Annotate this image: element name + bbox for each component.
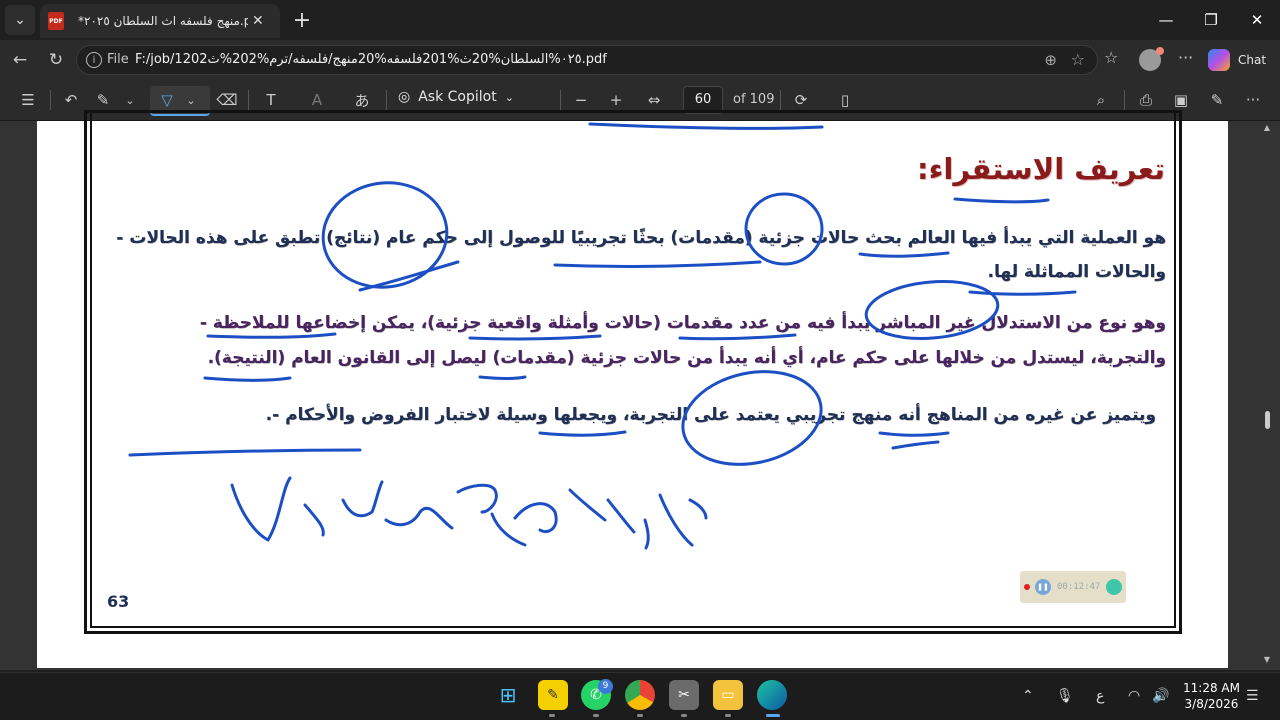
toolbar-separator <box>780 90 781 110</box>
wifi-icon[interactable]: ◠ <box>1128 688 1140 704</box>
toolbar-separator <box>560 90 561 110</box>
more-options-icon[interactable]: ··· <box>1242 89 1264 111</box>
paragraph-1-line-2: والحالات المماثلة لها. <box>987 262 1166 282</box>
contents-list-icon[interactable]: ☰ <box>17 89 39 111</box>
running-indicator <box>637 714 643 717</box>
favorites-icon[interactable]: ☆ <box>1104 48 1118 67</box>
file-explorer-icon[interactable]: ▭ <box>713 680 743 710</box>
eraser-icon[interactable]: ⌫ <box>216 89 238 111</box>
draw-icon[interactable]: ▽ <box>156 89 178 111</box>
chevron-down-icon: ⌄ <box>504 90 514 104</box>
page-heading: تعريف الاستقراء: <box>917 152 1165 186</box>
chat-label: Chat <box>1238 53 1267 67</box>
sticky-notes-icon[interactable]: ✎ <box>538 680 568 710</box>
scroll-up-arrow-icon[interactable]: ▲ <box>1262 123 1272 132</box>
restore-button[interactable]: ❐ <box>1188 0 1234 40</box>
taskbar-clock[interactable]: 11:28 AM 3/8/2026 <box>1183 680 1240 712</box>
page-total-label: of 109 <box>733 92 775 107</box>
read-aloud-icon: A <box>311 91 323 109</box>
clock-date: 3/8/2026 <box>1184 697 1239 711</box>
running-indicator <box>681 714 687 717</box>
active-indicator <box>766 714 780 717</box>
zoom-out-button[interactable]: − <box>570 89 592 111</box>
scroll-down-arrow-icon[interactable]: ▼ <box>1262 655 1272 664</box>
copilot-chat-button[interactable]: Chat <box>1208 46 1272 74</box>
minimize-button[interactable]: — <box>1143 0 1189 40</box>
show-hidden-icons-chevron-icon[interactable]: ⌃ <box>1022 688 1034 704</box>
close-window-button[interactable]: ✕ <box>1234 0 1280 40</box>
refresh-icon: ↻ <box>48 50 64 70</box>
toolbar-separator <box>50 90 51 110</box>
toolbar-separator <box>248 90 249 110</box>
refresh-button[interactable]: ↻ <box>43 48 69 72</box>
save-as-icon[interactable]: ✎ <box>1206 89 1228 111</box>
print-icon[interactable]: ⎙ <box>1135 89 1157 111</box>
zoom-icon[interactable]: ⊕ <box>1044 51 1057 69</box>
running-indicator <box>593 714 599 717</box>
translate-icon[interactable]: あ <box>350 89 374 111</box>
toolbar-separator <box>386 90 387 110</box>
copilot-logo-icon <box>1208 49 1230 71</box>
paragraph-3-line-1: ويتميز عن غيره من المناهج أنه منهج تجريب… <box>265 405 1156 425</box>
search-icon[interactable]: ⌕ <box>1090 89 1112 111</box>
address-bar[interactable]: i File F:/job/1202٠٢٥%السلطان%20ث%201فلس… <box>76 45 1098 75</box>
fit-to-width-icon[interactable]: ⇔ <box>642 89 666 111</box>
pdf-file-icon: PDF <box>48 12 64 30</box>
scroll-thumb[interactable] <box>1265 411 1270 429</box>
rotate-icon[interactable]: ⟳ <box>790 89 812 111</box>
paragraph-1-line-1: هو العملية التي يبدأ فيها العالم بحث حال… <box>116 228 1166 248</box>
microphone-icon[interactable]: 🎙 <box>1056 688 1074 704</box>
vertical-scrollbar[interactable]: ▲ ▼ <box>1262 121 1272 670</box>
clock-time: 11:28 AM <box>1183 681 1240 695</box>
ask-copilot-label: Ask Copilot <box>418 89 497 105</box>
recording-dot-icon <box>1024 584 1030 590</box>
save-icon[interactable]: ▣ <box>1170 89 1192 111</box>
toolbar-separator <box>1124 90 1125 110</box>
windows-start-icon[interactable]: ⊞ <box>493 680 523 710</box>
address-scheme-label: File <box>107 52 129 67</box>
screen-recorder-widget[interactable]: ❚❚ 00:12:47 <box>1020 571 1126 603</box>
ask-copilot-button[interactable]: ◎ Ask Copilot ⌄ <box>398 89 514 105</box>
add-text-icon[interactable]: T <box>260 89 282 111</box>
tab-actions-menu-button[interactable]: ⌄ <box>5 5 35 35</box>
chrome-icon[interactable] <box>625 680 655 710</box>
chevron-down-icon: ⌄ <box>14 12 26 28</box>
profile-avatar[interactable] <box>1139 47 1164 71</box>
recording-time: 00:12:47 <box>1057 582 1101 592</box>
page-number-label: 63 <box>107 592 130 611</box>
new-tab-button[interactable]: + <box>288 6 316 34</box>
volume-icon[interactable]: 🔊 <box>1152 688 1169 704</box>
running-indicator <box>725 714 731 717</box>
browser-tab[interactable]: PDF *منهج فلسفه اث السلطان ٢٠٢٥.pdf ✕ <box>40 4 280 38</box>
zoom-in-button[interactable]: + <box>605 89 627 111</box>
arrow-left-icon: ← <box>12 50 28 70</box>
copilot-icon: ◎ <box>398 89 411 105</box>
running-indicator <box>549 714 555 717</box>
highlight-options-chevron-icon[interactable]: ⌄ <box>122 89 138 111</box>
undo-icon[interactable]: ↶ <box>60 89 82 111</box>
paragraph-2-line-1: وهو نوع من الاستدلال غير المباشر يبدأ في… <box>199 313 1166 333</box>
back-button[interactable]: ← <box>7 48 33 72</box>
page-view-icon[interactable]: ▯ <box>834 89 856 111</box>
stop-recording-icon[interactable] <box>1106 579 1123 595</box>
address-url[interactable]: F:/job/1202٠٢٥%السلطان%20ث%201فلسفه%20من… <box>135 52 607 67</box>
highlight-icon[interactable]: ✎ <box>92 89 114 111</box>
favorite-star-icon[interactable]: ☆ <box>1071 50 1085 69</box>
draw-options-chevron-icon[interactable]: ⌄ <box>183 89 199 111</box>
tab-close-icon[interactable]: ✕ <box>252 13 264 29</box>
info-icon[interactable]: i <box>86 52 102 68</box>
language-indicator[interactable]: ع <box>1096 688 1104 704</box>
more-menu-icon[interactable]: ··· <box>1178 48 1193 67</box>
pause-icon[interactable]: ❚❚ <box>1035 579 1051 595</box>
page-border-inner <box>90 110 1176 628</box>
whatsapp-badge: 9 <box>598 679 613 694</box>
edge-icon[interactable] <box>757 680 787 710</box>
snipping-tool-icon[interactable]: ✂ <box>669 680 699 710</box>
notifications-icon[interactable]: ☰ <box>1246 688 1259 704</box>
paragraph-2-line-2: والتجربة، ليستدل من خلالها على حكم عام، … <box>207 348 1166 368</box>
tab-title: *منهج فلسفه اث السلطان ٢٠٢٥.pdf <box>78 14 248 28</box>
